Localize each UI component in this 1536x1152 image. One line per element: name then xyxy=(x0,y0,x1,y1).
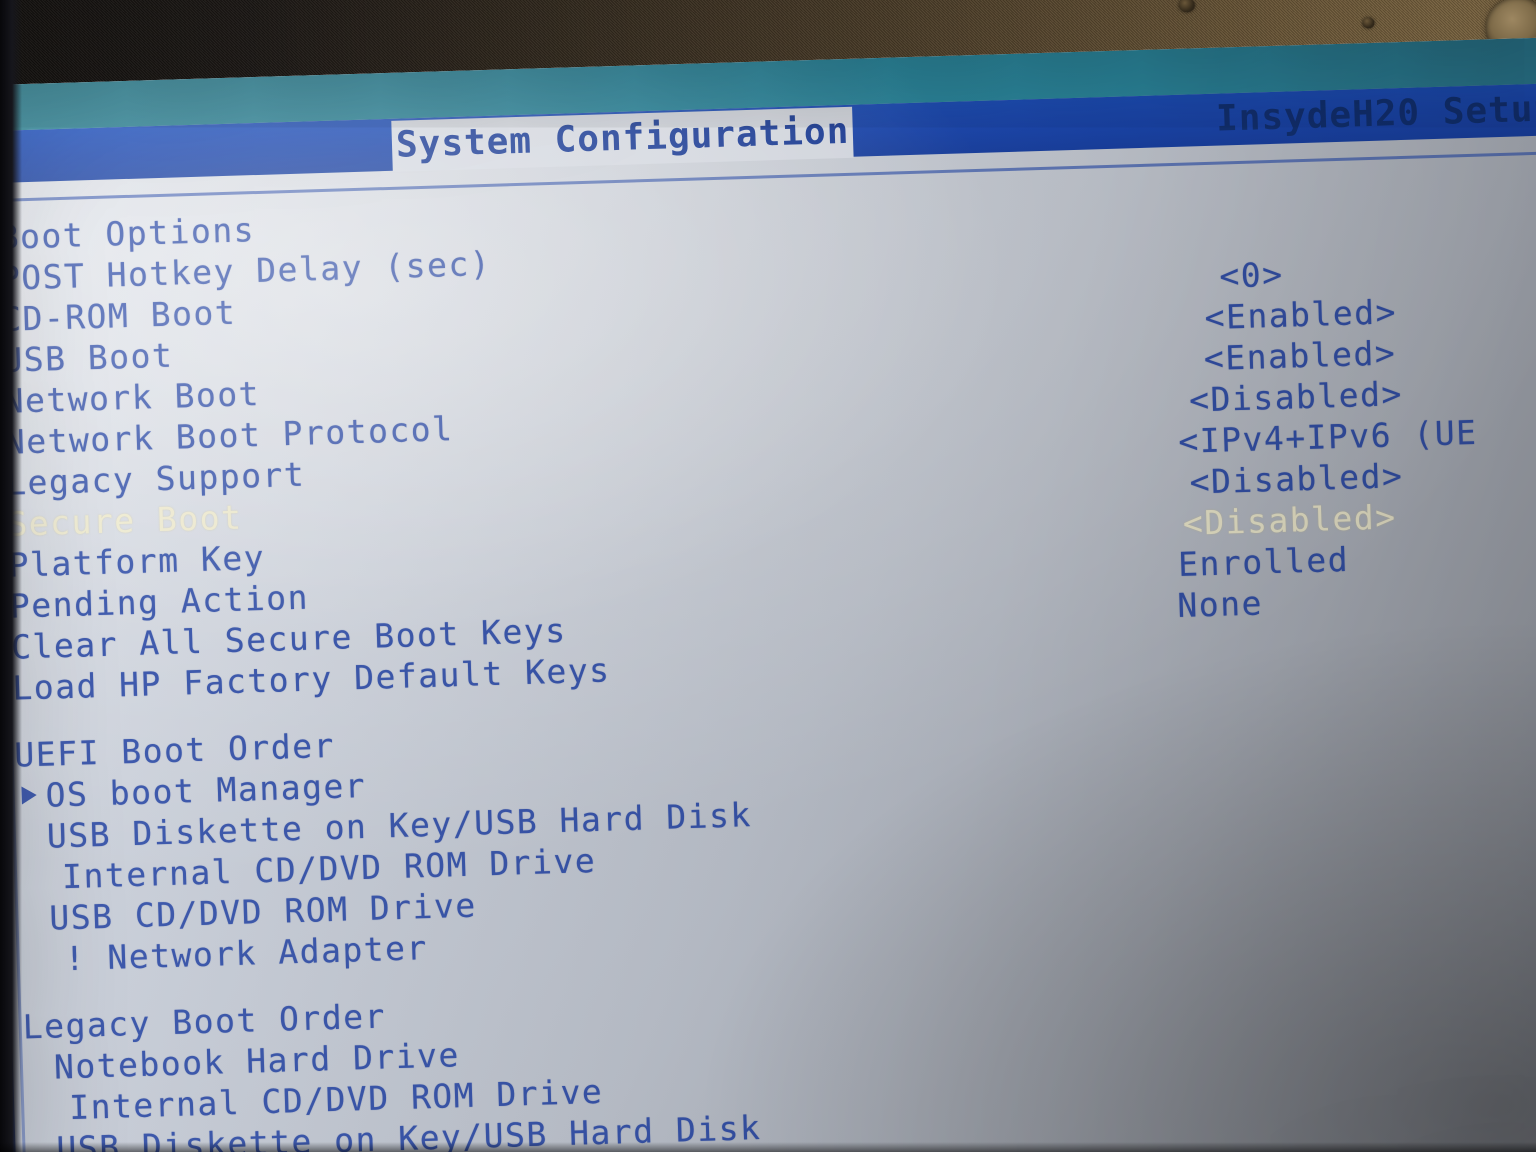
bios-screen: System Configuration InsydeH20 Setup U B… xyxy=(0,35,1536,1152)
content-area: Boot Options POST Hotkey Delay (sec) CD-RO… xyxy=(0,134,1536,1152)
setting-value: <Enabled> xyxy=(1203,333,1397,379)
setup-utility-brand: InsydeH20 Setup U xyxy=(1215,87,1536,140)
menu-item-label: Secure Boot xyxy=(6,497,243,544)
setting-value: <Enabled> xyxy=(1204,292,1398,338)
photo-edge-left xyxy=(0,0,22,1152)
menu-item-label: CD-ROM Boot xyxy=(0,292,237,339)
photo-stage: System Configuration InsydeH20 Setup U B… xyxy=(0,0,1536,1152)
tab-bar-left-fill xyxy=(0,145,392,158)
setting-value: None xyxy=(1176,583,1264,626)
settings-values-column: <0> <Enabled> <Enabled> <Disabled> <IPv4+IPv… xyxy=(1141,245,1536,627)
setting-value: <Disabled> xyxy=(1182,497,1398,543)
boot-order-pointer-icon xyxy=(21,785,37,805)
photo-edge-bottom xyxy=(0,1142,1536,1152)
uefi-boot-order-list: UEFI Boot Order OS boot Manager USB Disket… xyxy=(14,686,1536,981)
setting-value: Enrolled xyxy=(1177,539,1350,585)
setting-value: <Disabled> xyxy=(1189,456,1404,502)
setting-value: <Disabled> xyxy=(1188,374,1404,420)
setting-value: <0> xyxy=(1218,254,1285,296)
menu-item-label: USB Boot xyxy=(1,335,174,380)
lcd-panel: System Configuration InsydeH20 Setup U B… xyxy=(0,35,1536,1152)
